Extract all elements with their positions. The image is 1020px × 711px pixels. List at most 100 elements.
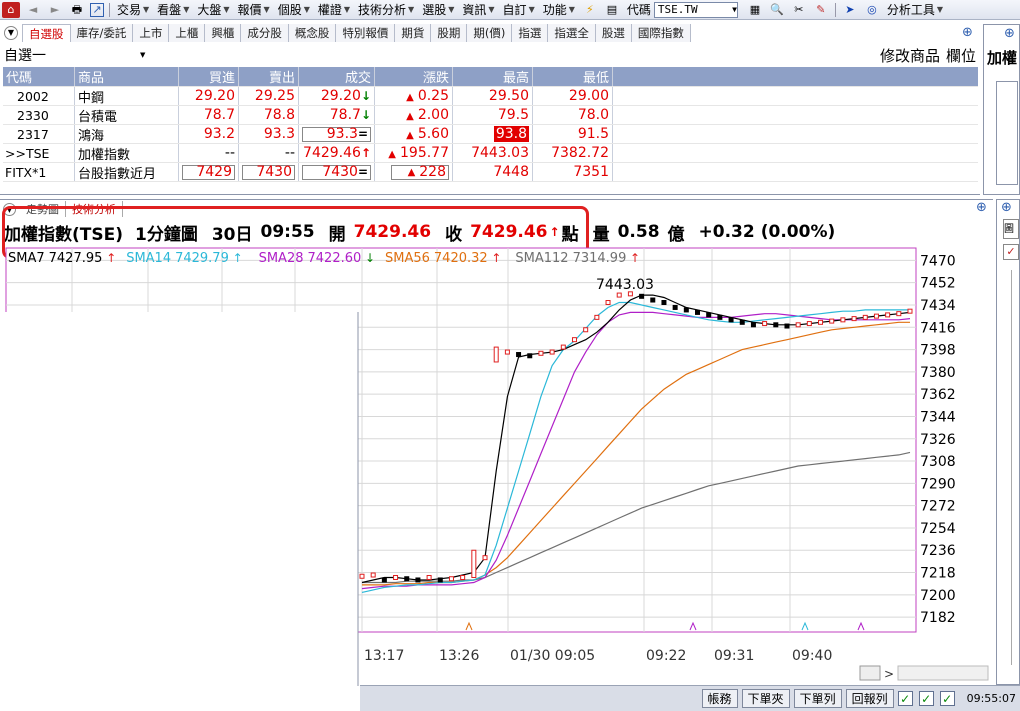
column-header[interactable]: 代碼	[3, 67, 75, 86]
menu-9[interactable]: 自訂 ▼	[499, 1, 539, 18]
chevron-down-icon: ▼	[223, 5, 230, 14]
menu-2[interactable]: 大盤 ▼	[193, 1, 233, 18]
menu-4[interactable]: 個股 ▼	[274, 1, 314, 18]
tab-0[interactable]: 自選股	[22, 24, 71, 42]
watchlist-name[interactable]: 自選一	[4, 45, 144, 65]
menu-6[interactable]: 技術分析 ▼	[354, 1, 418, 18]
tab-10[interactable]: 期(價)	[467, 24, 513, 42]
status-button-3[interactable]: 回報列	[845, 689, 894, 708]
status-button-0[interactable]: 帳務	[701, 689, 738, 708]
magnifier-icon[interactable]: 🔍	[768, 2, 786, 18]
modify-item-button[interactable]: 修改商品	[880, 45, 940, 66]
row-last: 7430 =	[299, 163, 375, 181]
analysis-icon[interactable]: ◎	[863, 2, 881, 18]
column-header[interactable]: 成交	[299, 67, 375, 86]
candle	[605, 300, 611, 306]
checkbox-1[interactable]: ✓	[897, 691, 913, 706]
change-value: 195.77	[400, 145, 449, 161]
menu-10[interactable]: 功能 ▼	[539, 1, 579, 18]
notepad-icon[interactable]: ▤	[603, 2, 621, 18]
last-value-box: 29.20↓	[321, 88, 371, 104]
tab-1[interactable]: 庫存/委託	[70, 24, 134, 42]
menu-3[interactable]: 報價 ▼	[234, 1, 274, 18]
right-zoom-icon-top[interactable]: ⊕	[962, 25, 978, 41]
scrollbar-track[interactable]	[1011, 270, 1019, 665]
column-header[interactable]: 最高	[453, 67, 533, 86]
cursor-icon[interactable]: ➤	[841, 2, 859, 18]
column-header[interactable]: 買進	[179, 67, 239, 86]
table-row[interactable]: 2330 台積電 78.7 78.8 78.7↓ ▲ 2.00 79.5 78.0	[3, 106, 978, 125]
scroll-thumb[interactable]	[859, 665, 881, 681]
row-high: 7443.03	[453, 144, 533, 162]
tab-5[interactable]: 成分股	[241, 24, 289, 42]
legend-series-value: 7422.60	[308, 251, 362, 266]
scroll-right-icon[interactable]: >	[884, 667, 894, 681]
tools-icon[interactable]: ✂	[790, 2, 808, 18]
table-header-row: 代碼 商品 買進 賣出 成交 漲跌 最高 最低	[3, 67, 978, 87]
status-button-2[interactable]: 下單列	[793, 689, 842, 708]
tab-12[interactable]: 指選全	[548, 24, 596, 42]
change-box: ▲ 0.25	[406, 88, 449, 104]
tab-6[interactable]: 概念股	[288, 24, 337, 42]
row-high: 7448	[453, 163, 533, 181]
tab-8[interactable]: 期貨	[395, 24, 432, 42]
menu-7[interactable]: 選股 ▼	[418, 1, 458, 18]
tab-7[interactable]: 特別報價	[336, 24, 396, 42]
checklist-icon[interactable]: ✓	[1003, 244, 1019, 260]
chart-zoom-icon[interactable]: ⊕	[976, 200, 987, 215]
legend-series-value: 7314.99	[573, 251, 627, 266]
chart-tool-strip[interactable]	[897, 665, 989, 681]
tab-13[interactable]: 股選	[595, 24, 632, 42]
tab-9[interactable]: 股期	[431, 24, 468, 42]
panel-tab[interactable]: 圖	[1003, 219, 1019, 239]
menu-1[interactable]: 看盤 ▼	[153, 1, 193, 18]
candle	[415, 577, 421, 583]
tab-2[interactable]: 上市	[133, 24, 170, 42]
status-button-1[interactable]: 下單夾	[741, 689, 790, 708]
menu-8[interactable]: 資訊 ▼	[458, 1, 498, 18]
lightning-icon[interactable]: ⚡	[581, 2, 599, 18]
chevron-down-icon[interactable]: ▼	[732, 5, 737, 14]
table-row[interactable]: 2317 鴻海 93.2 93.3 93.3 = ▲ 5.60 93.8 91.5	[3, 125, 978, 144]
tab-4[interactable]: 興櫃	[205, 24, 242, 42]
table-row[interactable]: >>TSE 加權指數 -- -- 7429.46↑ ▲ 195.77 7443.03 7382.…	[3, 144, 978, 163]
tab-14[interactable]: 國際指數	[631, 24, 691, 42]
chevron-down-icon[interactable]: ▼	[140, 51, 145, 59]
zoom-icon[interactable]: ⊕	[1001, 200, 1012, 215]
candle	[370, 572, 376, 578]
print-icon[interactable]: 🖶	[68, 2, 86, 18]
price-chart[interactable]: 7470 7452 7434 7416 7398 7380 7362 7344 7326 7308…	[0, 246, 993, 686]
bid-value: --	[224, 145, 235, 161]
tab-11[interactable]: 指選	[512, 24, 549, 42]
menu-5[interactable]: 權證 ▼	[314, 1, 354, 18]
y-tick-label: 7416	[920, 320, 956, 336]
analysis-tools-menu[interactable]: 分析工具 ▼	[883, 1, 947, 18]
home-icon[interactable]: ⌂	[2, 1, 20, 18]
column-header[interactable]: 最低	[533, 67, 613, 86]
alert-icon[interactable]: ✎	[812, 2, 830, 18]
forward-arrow-icon[interactable]: ►	[46, 2, 64, 18]
column-header[interactable]: 漲跌	[375, 67, 453, 86]
popout-icon[interactable]: ↗	[90, 2, 104, 17]
menu-0[interactable]: 交易 ▼	[113, 1, 153, 18]
tab-scroll-icon[interactable]: ▼	[4, 26, 18, 40]
code-value: TSE.TW	[657, 3, 698, 16]
back-arrow-icon[interactable]: ◄	[24, 2, 42, 18]
right-panel-scrollbox[interactable]	[996, 81, 1018, 185]
checkbox-2[interactable]: ✓	[918, 691, 934, 706]
menu-label: 看盤	[157, 3, 182, 17]
checkbox-3[interactable]: ✓	[939, 691, 955, 706]
grid-icon[interactable]: ▦	[746, 2, 764, 18]
field-button[interactable]: 欄位	[946, 45, 976, 66]
code-input[interactable]: TSE.TW ▼	[653, 1, 738, 18]
tab-3[interactable]: 上櫃	[169, 24, 206, 42]
row-low: 29.00	[533, 87, 613, 105]
table-row[interactable]: 2002 中鋼 29.20 29.25 29.20↓ ▲ 0.25 29.50 29.00	[3, 87, 978, 106]
table-row[interactable]: FITX*1 台股指數近月 7429 7430 7430 = ▲ 228 7448 7351	[3, 163, 978, 182]
right-panel-zoom-icon[interactable]: ⊕	[1004, 26, 1015, 41]
column-header[interactable]: 商品	[75, 67, 179, 86]
row-code: 2330	[3, 106, 75, 124]
menu-label: 自訂	[502, 3, 527, 17]
legend-arrow-icon: ↓	[365, 251, 375, 265]
column-header[interactable]: 賣出	[239, 67, 299, 86]
